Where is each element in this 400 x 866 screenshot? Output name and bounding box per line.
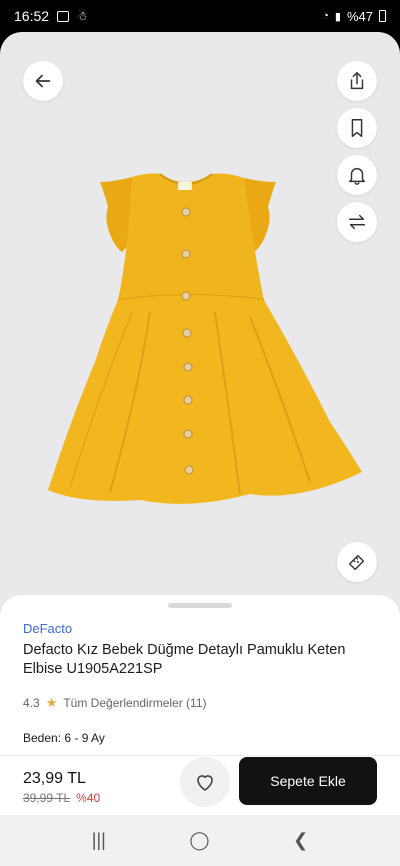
bookmark-button[interactable]: [337, 108, 377, 148]
back-arrow-icon: [35, 74, 51, 88]
size-ruler-icon: [348, 554, 365, 571]
current-price: 23,99 TL: [23, 770, 86, 787]
heart-icon: [197, 775, 213, 791]
battery-icon: [379, 10, 386, 22]
home-icon[interactable]: ◯: [189, 830, 209, 851]
share-button[interactable]: [337, 61, 377, 101]
price-alert-button[interactable]: [337, 155, 377, 195]
dress-illustration: [48, 173, 362, 504]
star-icon: ★: [45, 695, 58, 710]
bookmark-icon: [351, 119, 363, 137]
status-time: 16:52: [14, 8, 50, 24]
notification-icon: ☃: [77, 9, 88, 23]
brand-link[interactable]: DeFacto: [23, 621, 72, 636]
product-sheet: DeFacto Defacto Kız Bebek Düğme Detaylı …: [0, 32, 400, 866]
discount-badge: %40: [76, 791, 101, 805]
old-price: 39,99 TL: [23, 791, 71, 805]
compare-arrows-icon: [348, 214, 366, 230]
size-label[interactable]: Beden: 6 - 9 Ay: [23, 731, 105, 745]
bell-icon: [348, 167, 366, 185]
size-guide-button[interactable]: [337, 542, 377, 582]
recent-apps-icon[interactable]: |||: [92, 830, 106, 851]
back-button[interactable]: [23, 61, 63, 101]
back-nav-icon[interactable]: ❮: [293, 830, 308, 851]
product-title: Defacto Kız Bebek Düğme Detaylı Pamuklu …: [23, 642, 346, 677]
system-nav-bar: ||| ◯ ❮: [0, 815, 400, 866]
status-bar: 16:52 ☃ ◔ ▮ %47: [0, 0, 400, 32]
drag-handle[interactable]: [168, 603, 232, 608]
share-icon: [350, 72, 364, 90]
wifi-icon: ◔: [322, 10, 329, 22]
reviews-link[interactable]: Tüm Değerlendirmeler (11): [63, 696, 206, 710]
compare-button[interactable]: [337, 202, 377, 242]
gallery-icon: [57, 10, 70, 22]
old-price-row: 39,99 TL %40: [23, 791, 100, 805]
rating-row[interactable]: 4.3 ★ Tüm Değerlendirmeler (11): [23, 695, 207, 711]
rating-value: 4.3: [23, 696, 40, 710]
add-to-cart-button[interactable]: Sepete Ekle: [239, 757, 377, 805]
divider: [0, 755, 400, 756]
battery-percent: %47: [346, 8, 373, 24]
signal-icon: ▮: [334, 10, 341, 23]
favorite-button[interactable]: [180, 757, 230, 807]
